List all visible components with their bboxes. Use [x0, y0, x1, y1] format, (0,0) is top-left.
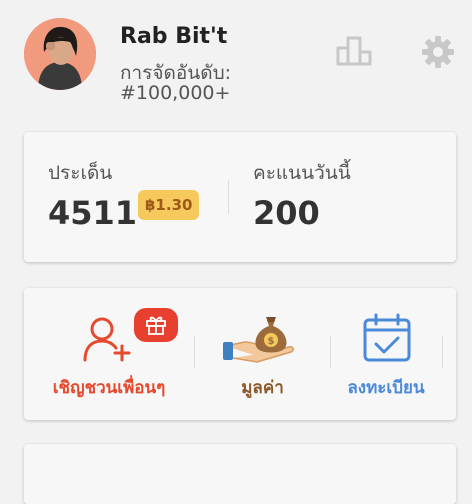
today-points-value: 200: [253, 194, 320, 232]
leaderboard-icon: [336, 36, 372, 66]
next-card: [24, 444, 456, 504]
actions-card: เชิญชวนเพื่อนๆ $ มูลค่า ลงทะเบียน: [24, 288, 456, 420]
baht-badge: ฿1.30: [138, 190, 200, 220]
profile-header: Rab Bit't การจัดอันดับ: #100,000+: [0, 0, 472, 118]
invite-friends-label: เชิญชวนเพื่อนๆ: [52, 378, 166, 398]
divider: [442, 336, 443, 368]
gift-badge: [134, 308, 178, 342]
value-button[interactable]: $ มูลค่า: [195, 288, 330, 420]
points-card: ประเด็น 4511 ฿1.30 คะแนนวันนี้ 200: [24, 132, 456, 262]
register-button[interactable]: ลงทะเบียน: [331, 288, 441, 420]
gift-icon: [146, 316, 166, 335]
avatar[interactable]: [24, 18, 96, 90]
points-label: ประเด็น: [48, 162, 113, 184]
today-points-label: คะแนนวันนี้: [253, 162, 351, 184]
calendar-check-icon: [363, 313, 411, 362]
register-label: ลงทะเบียน: [347, 378, 425, 398]
value-label: มูลค่า: [241, 378, 284, 398]
divider: [228, 180, 229, 214]
leaderboard-button[interactable]: [334, 34, 374, 68]
money-bag-icon: $: [223, 317, 294, 363]
points-value: 4511: [48, 194, 138, 232]
settings-button[interactable]: [420, 34, 456, 70]
user-name: Rab Bit't: [120, 24, 228, 49]
invite-friends-button[interactable]: เชิญชวนเพื่อนๆ: [24, 288, 194, 420]
svg-text:$: $: [268, 336, 275, 347]
add-user-icon: [83, 317, 131, 362]
rank-value: #100,000+: [120, 82, 231, 104]
gear-icon: [422, 36, 454, 68]
